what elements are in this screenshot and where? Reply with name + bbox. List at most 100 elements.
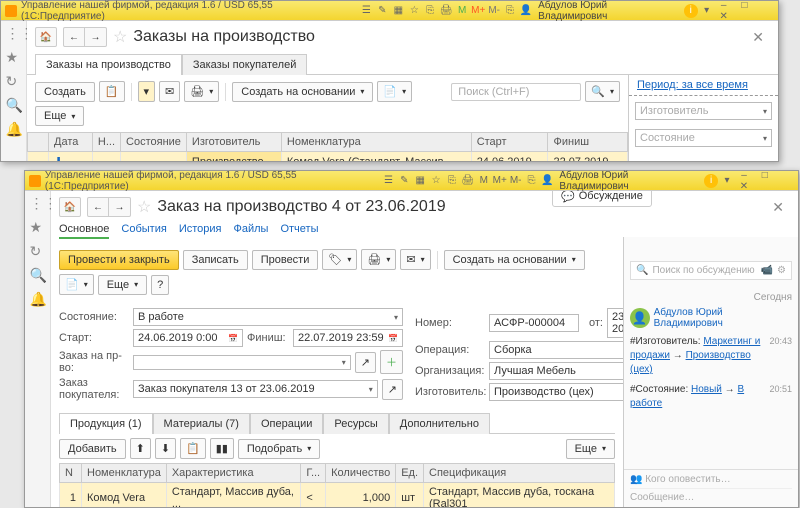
tab-resources[interactable]: Ресурсы xyxy=(323,413,388,434)
org-input[interactable]: Лучшая Мебель▾ xyxy=(489,362,623,380)
tb-icon[interactable]: ▦ xyxy=(391,4,405,18)
add-row-button[interactable]: Добавить xyxy=(59,439,126,459)
create-based-button[interactable]: Создать на основании▾ xyxy=(444,250,585,270)
col-nomen[interactable]: Номенклатура xyxy=(82,464,167,483)
finish-input[interactable]: 22.07.2019 23:59📅 xyxy=(293,329,403,347)
order-cust-input[interactable]: Заказ покупателя 13 от 23.06.2019▾ xyxy=(133,380,378,398)
user-icon[interactable]: 👤 xyxy=(519,4,533,18)
tb-icon[interactable]: M+ xyxy=(493,174,507,188)
grid-icon[interactable]: ⋮⋮⋮ xyxy=(6,25,22,41)
fwd-button[interactable]: → xyxy=(85,27,107,47)
nav-events[interactable]: События xyxy=(121,223,166,239)
more-button[interactable]: Еще▾ xyxy=(35,106,84,126)
start-input[interactable]: 24.06.2019 0:00📅 xyxy=(133,329,243,347)
message-input[interactable]: Сообщение… xyxy=(630,492,792,503)
nav-reports[interactable]: Отчеты xyxy=(280,223,318,239)
discuss-button[interactable]: 💬 Обсуждение xyxy=(552,191,652,207)
user-name[interactable]: Абдулов Юрий Владимирович xyxy=(538,0,679,22)
tb-icon[interactable]: M- xyxy=(487,4,501,18)
tab-orders-prod[interactable]: Заказы на производство xyxy=(35,54,182,75)
close-button[interactable]: ✕ xyxy=(735,181,753,192)
tb-icon[interactable]: ☆ xyxy=(407,4,421,18)
nav-main[interactable]: Основное xyxy=(59,223,109,239)
tab-operations[interactable]: Операции xyxy=(250,413,323,434)
col-start[interactable]: Старт xyxy=(471,133,548,152)
tb-icon[interactable]: ⎘ xyxy=(503,4,517,18)
dd-icon[interactable]: ▾ xyxy=(720,174,734,188)
down-button[interactable]: ⬇ xyxy=(155,438,176,459)
table-row[interactable]: 1 Комод Vera Стандарт, Массив дуба, ... … xyxy=(60,483,615,508)
tag-button[interactable]: 🏷▾ xyxy=(322,249,357,270)
max-button[interactable]: □ xyxy=(735,0,753,11)
tb-icon[interactable]: M xyxy=(477,174,491,188)
maker-input[interactable]: Производство (цех)▾ xyxy=(489,383,623,401)
search-icon[interactable]: 🔍 xyxy=(6,97,22,113)
report-button[interactable]: 📄▾ xyxy=(59,274,94,295)
fwd-button[interactable]: → xyxy=(109,197,131,217)
user-name[interactable]: Абдулов Юрий Владимирович xyxy=(559,170,699,192)
post-button[interactable]: Провести xyxy=(252,250,319,270)
tb-icon[interactable]: ✎ xyxy=(397,174,411,188)
info-icon[interactable]: i xyxy=(704,174,718,188)
back-button[interactable]: ← xyxy=(63,27,85,47)
tab-products[interactable]: Продукция (1) xyxy=(59,413,153,434)
tb-icon[interactable]: M+ xyxy=(471,4,485,18)
max-button[interactable]: □ xyxy=(756,170,774,181)
tb-icon[interactable]: ☆ xyxy=(429,174,443,188)
number-input[interactable]: АСФР-000004 xyxy=(489,314,579,332)
help-button[interactable]: ? xyxy=(151,275,169,295)
print-button[interactable]: 🖨▾ xyxy=(184,81,219,102)
home-button[interactable]: 🏠 xyxy=(59,197,81,217)
mail-button[interactable]: ✉▾ xyxy=(400,249,430,270)
tb-icon[interactable]: ⎘ xyxy=(445,174,459,188)
add-button[interactable]: ＋ xyxy=(380,350,403,374)
user-icon[interactable]: 👤 xyxy=(541,174,555,188)
tab-materials[interactable]: Материалы (7) xyxy=(153,413,250,434)
up-button[interactable]: ⬆ xyxy=(130,438,151,459)
tb-icon[interactable]: ✎ xyxy=(375,4,389,18)
from-input[interactable]: 23.06.2019 20:41:17📅 xyxy=(607,308,623,338)
discuss-search[interactable]: 🔍 Поиск по обсуждению📹⚙ xyxy=(630,261,792,280)
close-page[interactable]: ✕ xyxy=(746,29,770,46)
min-button[interactable]: – xyxy=(735,170,753,181)
status-button[interactable]: ▾ xyxy=(138,81,156,102)
copy-button[interactable]: 📋 xyxy=(99,81,125,102)
fav-icon[interactable]: ☆ xyxy=(137,197,151,217)
barcode-button[interactable]: ▮▮ xyxy=(210,438,234,459)
nav-files[interactable]: Файлы xyxy=(234,223,269,239)
bell-icon[interactable]: 🔔 xyxy=(6,121,22,137)
order-prod-input[interactable]: ▾ xyxy=(133,355,351,370)
col-state[interactable]: Состояние xyxy=(121,133,187,152)
col-num[interactable]: Н... xyxy=(92,133,120,152)
more-button[interactable]: Еще▾ xyxy=(98,275,147,295)
min-button[interactable]: – xyxy=(715,0,733,11)
copy-row-button[interactable]: 📋 xyxy=(180,438,206,459)
col-qty[interactable]: Количество xyxy=(326,464,396,483)
tb-icon[interactable]: ☰ xyxy=(381,174,395,188)
nav-history[interactable]: История xyxy=(179,223,222,239)
tb-icon[interactable]: ⎘ xyxy=(525,174,539,188)
table-row[interactable]: ⬇ 20:41 А... Новый Производство (цех) Ко… xyxy=(28,152,628,162)
oper-input[interactable]: Сборка▾ xyxy=(489,341,623,359)
tab-orders-cust[interactable]: Заказы покупателей xyxy=(182,54,308,75)
back-button[interactable]: ← xyxy=(87,197,109,217)
home-button[interactable]: 🏠 xyxy=(35,27,57,47)
search-icon[interactable]: 🔍 xyxy=(30,267,46,283)
history-icon[interactable]: ↻ xyxy=(30,243,46,259)
col-maker[interactable]: Изготовитель xyxy=(186,133,281,152)
close-button[interactable]: ✕ xyxy=(715,11,733,22)
col-icon[interactable] xyxy=(28,133,49,152)
search-go[interactable]: 🔍▾ xyxy=(585,81,620,102)
tb-icon[interactable]: ⎘ xyxy=(423,4,437,18)
col-spec[interactable]: Спецификация xyxy=(424,464,615,483)
info-icon[interactable]: i xyxy=(684,4,698,18)
mail-button[interactable]: ✉ xyxy=(159,81,180,102)
post-close-button[interactable]: Провести и закрыть xyxy=(59,250,179,270)
tb-icon[interactable]: M- xyxy=(509,174,523,188)
open-button[interactable]: ↗ xyxy=(382,379,403,400)
report-button[interactable]: 📄▾ xyxy=(377,81,412,102)
state-input[interactable]: В работе▾ xyxy=(133,308,403,326)
star-icon[interactable]: ★ xyxy=(30,219,46,235)
filter-maker[interactable]: Изготовитель▾ xyxy=(635,102,772,120)
create-button[interactable]: Создать xyxy=(35,82,95,102)
